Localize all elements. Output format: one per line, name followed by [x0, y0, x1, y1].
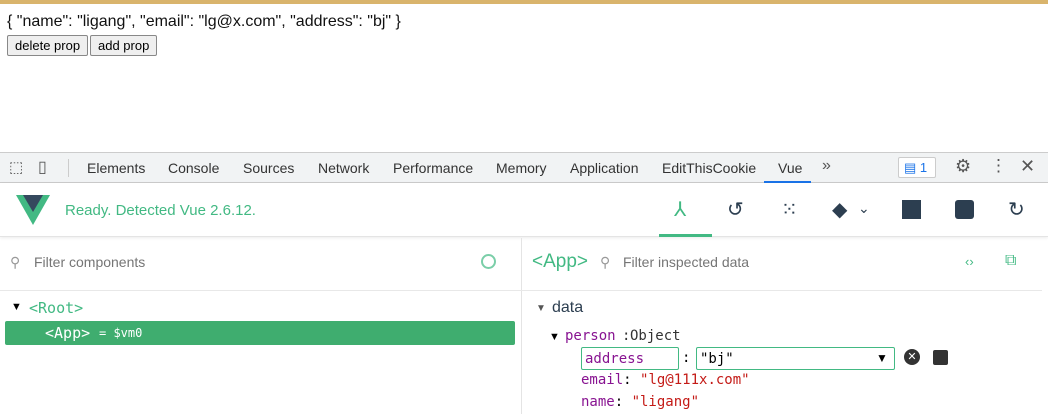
vuex-icon[interactable]: ⁙ [781, 197, 798, 222]
person-key: person [565, 328, 616, 344]
add-prop-button[interactable]: add prop [90, 35, 158, 56]
settings-icon[interactable] [955, 200, 974, 219]
prop-row-email[interactable]: email: "lg@111x.com" [581, 372, 750, 388]
data-expand-icon[interactable]: ▼ [536, 303, 546, 314]
open-external-icon[interactable]: ⧉ [1005, 252, 1016, 270]
delete-prop-button[interactable]: delete prop [7, 35, 89, 56]
tab-network[interactable]: Network [318, 160, 369, 176]
app-component-name: <App> [45, 324, 91, 342]
tab-elements[interactable]: Elements [87, 160, 145, 176]
code-icon[interactable]: ‹› [965, 254, 974, 269]
components-tab-icon[interactable]: ⅄ [674, 197, 686, 222]
edit-value-input[interactable] [696, 347, 895, 370]
colon: : [682, 350, 691, 366]
issues-count: 1 [919, 160, 928, 175]
value-type-dropdown-icon[interactable]: ▼ [876, 351, 888, 365]
app-component-ref: = $vm0 [99, 326, 143, 340]
filter-components-input[interactable] [34, 254, 434, 270]
inspect-element-icon[interactable]: ⬚ [9, 158, 23, 176]
routing-icon[interactable]: ◆ [832, 197, 847, 222]
root-component[interactable]: <Root> [29, 299, 83, 317]
settings-gear-icon[interactable]: ⚙ [955, 156, 971, 177]
json-output: { "name": "ligang", "email": "lg@x.com",… [7, 13, 401, 30]
more-tabs-button[interactable]: » [822, 157, 831, 175]
select-component-icon[interactable] [481, 254, 496, 269]
tab-vue[interactable]: Vue [778, 160, 802, 176]
prop-key: email [581, 372, 624, 388]
colon: : [622, 328, 631, 344]
vue-logo-icon [16, 195, 50, 225]
person-expand-icon[interactable]: ▼ [549, 331, 560, 343]
save-edit-icon[interactable] [933, 350, 948, 365]
panel-divider [521, 238, 522, 414]
message-icon: ▤ [904, 160, 917, 175]
data-section-label: data [552, 299, 584, 316]
divider [68, 159, 69, 177]
performance-icon[interactable] [902, 200, 921, 219]
vue-devtools-header: Ready. Detected Vue 2.6.12. ⅄ ↺ ⁙ ◆ ⌄ ↻ [0, 183, 1048, 237]
prop-row-name[interactable]: name: "ligang" [581, 394, 699, 410]
edit-key-input[interactable] [581, 347, 679, 370]
tab-sources[interactable]: Sources [243, 160, 294, 176]
prop-value: "lg@111x.com" [640, 372, 750, 388]
more-options-icon[interactable]: ⋮ [990, 156, 1007, 176]
devtools-toolbar: ⬚ ▯ Elements Console Sources Network Per… [0, 152, 1048, 183]
vue-status: Ready. Detected Vue 2.6.12. [65, 202, 256, 219]
inspected-component: <App> [532, 251, 588, 272]
history-icon[interactable]: ↺ [727, 197, 744, 222]
filter-divider [0, 290, 1042, 291]
refresh-icon[interactable]: ↻ [1008, 197, 1025, 222]
filter-data-input[interactable] [623, 254, 923, 270]
chevron-down-icon[interactable]: ⌄ [858, 200, 870, 217]
search-icon: ⚲ [600, 254, 611, 270]
tab-application[interactable]: Application [570, 160, 639, 176]
window-top-border [0, 0, 1048, 4]
tab-memory[interactable]: Memory [496, 160, 547, 176]
prop-value: "ligang" [631, 394, 700, 410]
prop-key: name [581, 394, 615, 410]
cancel-edit-icon[interactable]: ✕ [904, 349, 920, 365]
close-devtools-icon[interactable]: ✕ [1020, 156, 1035, 177]
tab-console[interactable]: Console [168, 160, 219, 176]
search-icon: ⚲ [10, 254, 21, 270]
person-type: Object [630, 328, 681, 344]
root-expand-icon[interactable]: ▼ [11, 301, 22, 313]
components-tab-indicator [659, 234, 712, 237]
tab-performance[interactable]: Performance [393, 160, 473, 176]
tab-editthiscookie[interactable]: EditThisCookie [662, 160, 756, 176]
app-component-row[interactable]: <App> = $vm0 [5, 321, 515, 345]
issues-button[interactable]: ▤ 1 [898, 157, 936, 178]
device-toggle-icon[interactable]: ▯ [38, 157, 47, 177]
